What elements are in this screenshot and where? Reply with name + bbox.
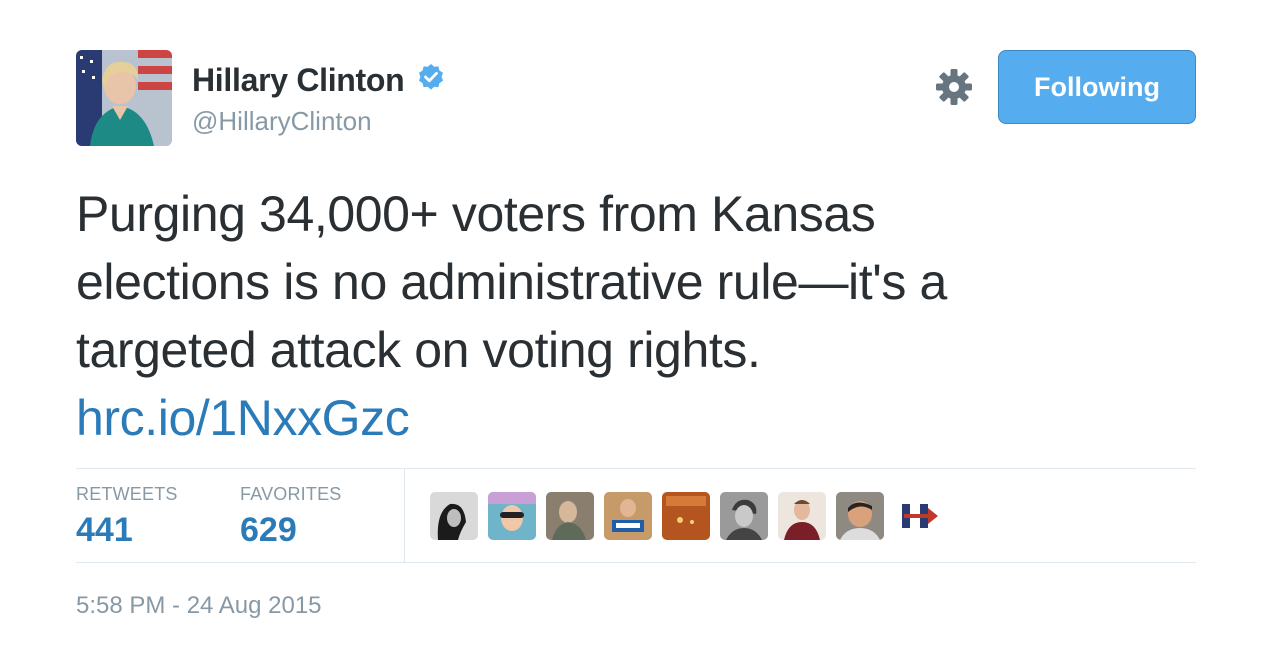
favoriter-avatar-4[interactable] — [604, 492, 652, 540]
stats-vertical-divider — [404, 469, 405, 562]
author-name[interactable]: Hillary Clinton — [192, 62, 405, 99]
verified-badge-icon — [417, 63, 445, 96]
tweet-text: Purging 34,000+ voters from Kansas elect… — [76, 180, 1196, 452]
stats-divider-bottom — [76, 562, 1196, 563]
favoriter-avatar-3[interactable] — [546, 492, 594, 540]
hillary-logo-avatar[interactable] — [894, 492, 942, 540]
tweet-card: Hillary Clinton @HillaryClinton Followin… — [0, 0, 1268, 652]
tweet-link[interactable]: hrc.io/1NxxGzc — [76, 390, 410, 446]
favoriter-avatar-8[interactable] — [836, 492, 884, 540]
tweet-text-line: Purging 34,000+ voters from Kansas — [76, 186, 876, 242]
favoriter-avatar-7[interactable] — [778, 492, 826, 540]
stats-divider-top — [76, 468, 1196, 469]
author-name-block: Hillary Clinton — [192, 62, 445, 99]
favoriter-avatar-5[interactable] — [662, 492, 710, 540]
retweets-count[interactable]: 441 — [76, 511, 178, 550]
tweet-timestamp[interactable]: 5:58 PM - 24 Aug 2015 — [76, 592, 322, 620]
favoriter-avatar-1[interactable] — [430, 492, 478, 540]
gear-icon[interactable] — [935, 68, 973, 106]
tweet-text-line: elections is no administrative rule—it's… — [76, 254, 947, 310]
retweets-label: RETWEETS — [76, 484, 178, 504]
favoriter-avatar-2[interactable] — [488, 492, 536, 540]
tweet-text-line: targeted attack on voting rights. — [76, 322, 761, 378]
author-handle[interactable]: @HillaryClinton — [192, 106, 372, 137]
favorites-count[interactable]: 629 — [240, 511, 342, 550]
favorites-label: FAVORITES — [240, 484, 342, 504]
favorites-stat[interactable]: FAVORITES 629 — [240, 484, 342, 550]
following-button[interactable]: Following — [998, 50, 1196, 124]
author-avatar[interactable] — [76, 50, 172, 146]
retweets-stat[interactable]: RETWEETS 441 — [76, 484, 178, 550]
favoriter-avatar-6[interactable] — [720, 492, 768, 540]
